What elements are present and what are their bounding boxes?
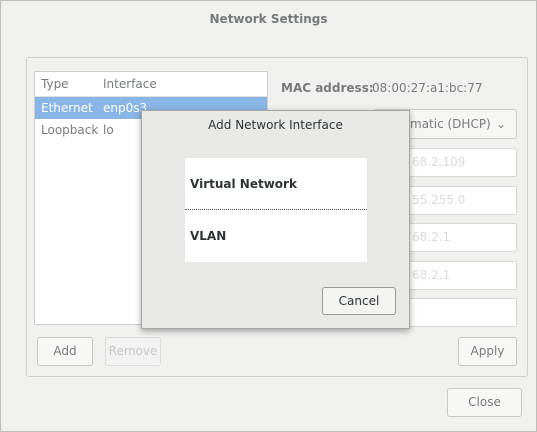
option-vlan[interactable]: VLAN <box>185 210 367 262</box>
add-network-interface-dialog: Add Network Interface Virtual Network VL… <box>141 110 410 329</box>
dialog-title: Add Network Interface <box>208 118 343 132</box>
cancel-button[interactable]: Cancel <box>322 287 396 315</box>
interface-type-list: Virtual Network VLAN <box>185 158 367 262</box>
option-label: Virtual Network <box>190 177 297 191</box>
option-virtual-network[interactable]: Virtual Network <box>185 158 367 210</box>
option-label: VLAN <box>190 229 227 243</box>
